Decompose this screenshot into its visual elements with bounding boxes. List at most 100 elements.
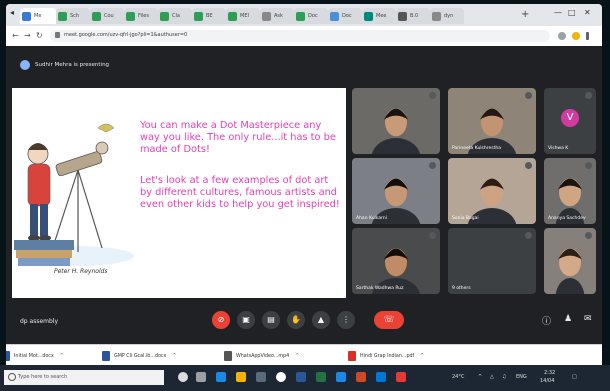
chevron-left-icon[interactable]: ◂ [10, 8, 14, 17]
mic-muted-icon [585, 162, 592, 169]
download-item[interactable]: WhatsAppVideo...mp4 ^ [224, 350, 299, 362]
participant-name: Parineeta Kulshrestha [452, 146, 501, 151]
app-icon[interactable] [256, 372, 266, 382]
tab-favicon-icon [296, 11, 305, 21]
chrome-icon[interactable] [276, 372, 286, 382]
participant-tile[interactable] [544, 228, 596, 294]
phone-hangup-icon: ☏ [383, 315, 395, 325]
chevron-up-icon[interactable]: ^ [172, 353, 176, 359]
tab[interactable]: Doc [328, 8, 362, 24]
search-icon [8, 373, 16, 381]
volume-icon[interactable]: ♫ [502, 374, 506, 380]
close-icon[interactable]: ✕ [584, 8, 591, 17]
tab[interactable]: Cou [90, 8, 124, 24]
people-icon: ♟ [564, 314, 573, 324]
taskbar-search-input[interactable]: Type here to search [4, 370, 164, 385]
participant-tile[interactable]: Ahan Kulkarni [352, 158, 440, 224]
participant-tile[interactable]: Sonia Bagai [448, 158, 536, 224]
participant-tile[interactable]: Sarthak Wadhwa Ruz [352, 228, 440, 294]
tab-favicon-icon [126, 11, 135, 21]
tab-strip: ◂ Me Sch Cou Files Cla BE MEI Ask Doc Do… [6, 4, 602, 26]
tab-favicon-icon [398, 11, 407, 21]
participant-tile[interactable] [352, 88, 440, 154]
profile-avatar[interactable] [572, 32, 580, 40]
network-icon[interactable]: △ [490, 374, 494, 380]
camera-toggle-button[interactable]: ▣ [237, 311, 255, 329]
participant-name: Ahan Kulkarni [356, 216, 387, 221]
cortana-icon[interactable] [178, 372, 188, 382]
tab[interactable]: Sch [56, 8, 90, 24]
slide-text-examples: Let's look at a few examples of dot art … [140, 175, 340, 210]
meet-stage: Sudhir Mehra is presenting Peter H. Reyn… [6, 46, 602, 385]
chevron-up-icon[interactable]: ^ [420, 353, 424, 359]
tab[interactable]: MEI [226, 8, 260, 24]
tab[interactable]: Ask [260, 8, 294, 24]
forward-icon[interactable]: → [24, 31, 31, 40]
tab-favicon-icon [228, 11, 237, 21]
word-icon[interactable] [296, 372, 306, 382]
mail-icon[interactable] [336, 372, 346, 382]
download-item[interactable]: GMP Cli Gcal.ib...docx ^ [102, 350, 177, 362]
address-bar: ← → ↻ meet.google.com/uzv-qfrl-jgo?pli=1… [6, 26, 602, 47]
people-button[interactable]: ♟ [564, 314, 572, 324]
leave-call-button[interactable]: ☏ [374, 311, 404, 329]
tab-favicon-icon [262, 11, 271, 21]
new-tab-button[interactable]: + [521, 9, 529, 20]
participant-name: Sonia Bagai [452, 216, 479, 221]
chat-button[interactable]: ✉ [584, 314, 592, 324]
reload-icon[interactable]: ↻ [36, 31, 43, 40]
language-indicator[interactable]: ENG [516, 374, 527, 380]
participant-tile[interactable]: Parineeta Kulshrestha [448, 88, 536, 154]
clock-time[interactable]: 2:32 [544, 370, 555, 376]
tab[interactable]: Doc [294, 8, 328, 24]
maximize-icon[interactable]: □ [568, 8, 576, 17]
avatar: V [561, 109, 579, 127]
present-screen-icon [20, 60, 30, 70]
tab[interactable]: Cla [158, 8, 192, 24]
task-view-icon[interactable] [196, 372, 206, 382]
back-icon[interactable]: ← [12, 31, 19, 40]
tab[interactable]: dyn [430, 8, 464, 24]
download-item[interactable]: Initial Mot...docx ^ [6, 350, 64, 362]
more-options-button[interactable]: ⋮ [337, 311, 355, 329]
minimize-icon[interactable]: — [554, 8, 562, 17]
file-icon [224, 351, 232, 361]
tray-chevron-icon[interactable]: ^ [478, 374, 482, 380]
hand-icon: ✋ [291, 315, 301, 324]
mic-toggle-button[interactable]: ⊘ [212, 311, 230, 329]
excel-icon[interactable] [316, 372, 326, 382]
meeting-name: dp assembly [20, 318, 59, 325]
meeting-details-button[interactable]: ⓘ [542, 314, 551, 327]
tab[interactable]: BE [192, 8, 226, 24]
participant-tile[interactable]: 9 others [448, 228, 536, 294]
media-icon[interactable] [396, 372, 406, 382]
powerpoint-icon[interactable] [356, 372, 366, 382]
participant-name: Vishwa K [548, 146, 569, 151]
participant-tile[interactable]: V Vishwa K [544, 88, 596, 154]
participant-name: 9 others [452, 286, 471, 291]
chevron-up-icon[interactable]: ^ [295, 353, 299, 359]
boy-with-telescope-illustration [14, 123, 134, 266]
raise-hand-button[interactable]: ✋ [287, 311, 305, 329]
participant-video [371, 248, 421, 294]
url-text: meet.google.com/uzv-qfrl-jgo?pli=1&authu… [64, 32, 188, 38]
extension-icon[interactable] [558, 32, 566, 40]
present-now-button[interactable]: ▲ [312, 311, 330, 329]
notifications-icon[interactable]: □ [572, 374, 577, 380]
url-field[interactable]: meet.google.com/uzv-qfrl-jgo?pli=1&authu… [50, 30, 550, 42]
menu-icon[interactable] [586, 32, 589, 40]
tab[interactable]: B.0 [396, 8, 430, 24]
captions-button[interactable]: ▤ [262, 311, 280, 329]
tab[interactable]: Mee [362, 8, 396, 24]
teams-icon[interactable] [376, 372, 386, 382]
clock-date[interactable]: 14/04 [540, 378, 554, 384]
chevron-up-icon[interactable]: ^ [60, 353, 64, 359]
tab-favicon-icon [194, 11, 203, 21]
weather-temperature[interactable]: 24°C [452, 374, 464, 380]
tab[interactable]: Me [20, 8, 56, 24]
participant-tile[interactable]: Ananya Sachdev [544, 158, 596, 224]
tab[interactable]: Files [124, 8, 158, 24]
download-item[interactable]: Hindi Grap Indian...pdf ^ [348, 350, 424, 362]
file-explorer-icon[interactable] [236, 372, 246, 382]
edge-icon[interactable] [216, 372, 226, 382]
